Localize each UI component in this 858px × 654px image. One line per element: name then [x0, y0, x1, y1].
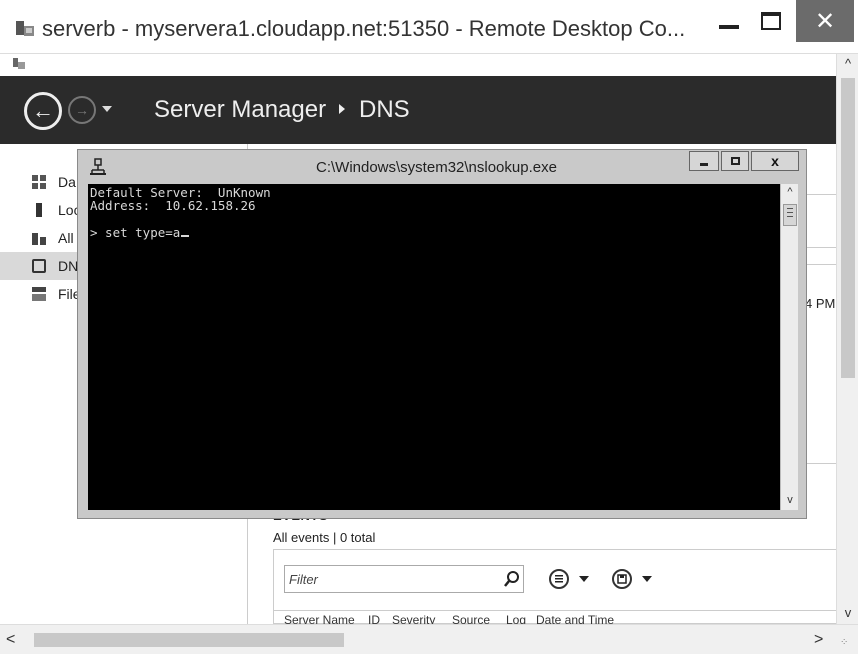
chevron-down-icon: [642, 576, 652, 582]
events-column-headers: Server Name ID Severity Source Log Date …: [274, 610, 837, 624]
scroll-thumb[interactable]: [841, 78, 855, 378]
forward-arrow-icon: →: [75, 102, 89, 118]
rdp-vertical-scrollbar[interactable]: ^ v: [836, 54, 858, 624]
back-arrow-icon: ←: [32, 98, 54, 123]
console-maximize-button[interactable]: [721, 151, 749, 171]
events-subtitle: All events | 0 total: [273, 530, 376, 545]
console-scrollbar[interactable]: ^ v: [780, 184, 798, 510]
column-header[interactable]: Source: [452, 613, 490, 624]
history-dropdown-icon[interactable]: [102, 106, 112, 112]
rdp-close-button[interactable]: ✕: [796, 0, 854, 42]
breadcrumb-dns: DNS: [359, 96, 410, 123]
rdp-window-title: serverb - myservera1.cloudapp.net:51350 …: [42, 16, 686, 41]
events-panel: Server Name ID Severity Source Log Date …: [273, 549, 837, 624]
minimize-icon: [719, 25, 739, 29]
column-header[interactable]: Log: [506, 613, 526, 624]
network-icon: [90, 158, 106, 175]
minimize-icon: [700, 162, 708, 166]
save-query-button[interactable]: [612, 566, 652, 592]
file-services-icon: [32, 287, 46, 301]
back-button[interactable]: ←: [24, 92, 62, 130]
filter-box: [284, 565, 524, 593]
console-close-button[interactable]: x: [751, 151, 799, 171]
text-cursor: [181, 235, 190, 237]
scroll-down-icon[interactable]: v: [837, 602, 858, 624]
console-titlebar[interactable]: C:\Windows\system32\nslookup.exe x: [78, 150, 806, 184]
rdp-minimize-button[interactable]: [706, 0, 752, 42]
rdp-horizontal-scrollbar[interactable]: < > ⁘: [0, 624, 858, 654]
save-icon: [612, 569, 632, 589]
console-line: Address: 10.62.158.26: [90, 198, 256, 213]
console-prompt-line: > set type=a: [90, 225, 190, 240]
close-icon: x: [771, 153, 779, 169]
local-server-icon: [32, 203, 46, 217]
console-window-title: C:\Windows\system32\nslookup.exe: [316, 159, 557, 176]
list-options-button[interactable]: [549, 566, 589, 592]
sidebar-item-label: DN: [58, 258, 79, 274]
partial-timestamp: 4 PM: [805, 296, 836, 311]
remote-desktop-icon: [16, 21, 34, 36]
scroll-thumb[interactable]: [34, 633, 344, 647]
rdp-connection-bar: [0, 54, 836, 76]
column-header[interactable]: Severity: [392, 613, 435, 624]
breadcrumb-separator-icon: [339, 104, 345, 114]
scroll-thumb[interactable]: [783, 204, 797, 226]
sidebar-item-label: All: [58, 230, 74, 246]
nslookup-console-window[interactable]: C:\Windows\system32\nslookup.exe x Defau…: [77, 149, 807, 519]
dashboard-icon: [32, 175, 46, 189]
maximize-icon: [730, 157, 740, 165]
column-header[interactable]: ID: [368, 613, 380, 624]
scroll-left-icon[interactable]: <: [6, 631, 15, 649]
scroll-right-icon[interactable]: >: [814, 631, 823, 649]
breadcrumb-server-manager[interactable]: Server Manager: [154, 96, 326, 124]
list-icon: [549, 569, 569, 589]
column-header[interactable]: Date and Time: [536, 613, 614, 624]
sidebar-item-label: Da: [58, 174, 76, 190]
server-manager-header: ← → Server Manager DNS: [0, 76, 836, 144]
console-command: > set type=a: [90, 225, 181, 240]
filter-input[interactable]: [289, 570, 489, 588]
system-menu-icon[interactable]: [12, 57, 26, 71]
rdp-maximize-button[interactable]: [748, 0, 794, 42]
forward-button[interactable]: →: [68, 96, 96, 124]
scroll-up-icon[interactable]: ^: [781, 186, 799, 198]
chevron-down-icon: [579, 576, 589, 582]
console-output[interactable]: Default Server: UnKnown Address: 10.62.1…: [88, 184, 780, 510]
close-icon: ✕: [814, 7, 836, 35]
scroll-up-icon[interactable]: ^: [837, 54, 858, 74]
resize-grip-icon[interactable]: ⁘: [840, 637, 848, 648]
dns-icon: [32, 259, 46, 273]
search-icon[interactable]: [503, 570, 521, 588]
all-servers-icon: [32, 231, 46, 245]
column-header[interactable]: Server Name: [284, 613, 355, 624]
rdp-titlebar: serverb - myservera1.cloudapp.net:51350 …: [0, 0, 858, 54]
maximize-icon: [761, 12, 781, 30]
console-minimize-button[interactable]: [689, 151, 719, 171]
scroll-down-icon[interactable]: v: [781, 494, 799, 506]
